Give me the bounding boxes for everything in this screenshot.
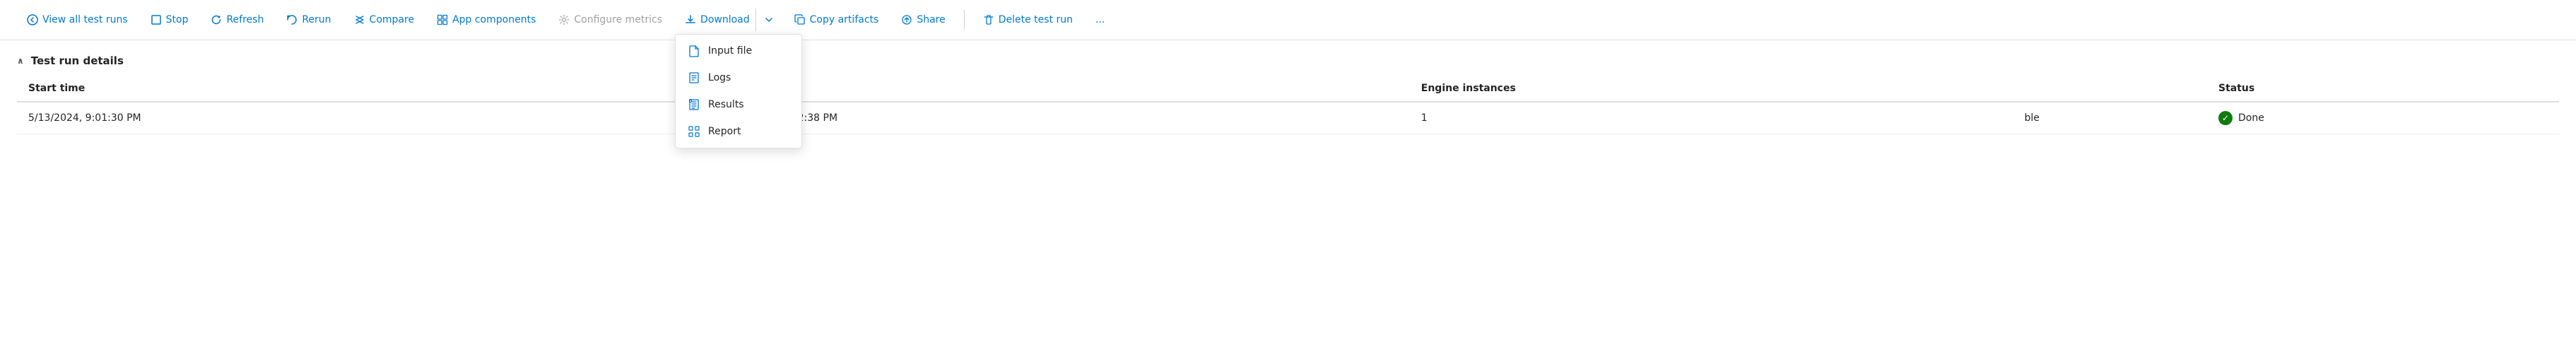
rerun-button[interactable]: Rerun [276,8,341,31]
more-label: ... [1095,14,1105,25]
col-header-end-time: End time [713,76,1409,102]
download-dropdown: Input file Logs [675,34,802,148]
cell-extra: ble [2013,102,2207,134]
rerun-label: Rerun [302,14,331,25]
status-badge: ✓ Done [2218,111,2548,125]
share-icon [901,14,912,25]
app-components-icon [437,14,448,25]
view-all-button[interactable]: View all test runs [17,8,138,31]
stop-icon [151,14,162,25]
copy-artifacts-button[interactable]: Copy artifacts [784,8,889,31]
results-label: Results [708,99,744,110]
configure-metrics-button[interactable]: Configure metrics [548,8,672,31]
section-title: Test run details [31,54,124,67]
toolbar: View all test runs Stop Refresh Rerun [0,0,2576,40]
col-header-status: Status [2207,76,2559,102]
compare-icon [354,14,365,25]
cell-status: ✓ Done [2207,102,2559,134]
download-group: Download Input file [675,8,782,31]
compare-button[interactable]: Compare [344,8,425,31]
refresh-icon [211,14,222,25]
col-header-empty [2013,76,2207,102]
rerun-icon [286,14,298,25]
back-icon [27,14,38,25]
delete-icon [983,14,994,25]
share-label: Share [917,14,945,25]
download-button[interactable]: Download [675,8,755,31]
stop-button[interactable]: Stop [141,8,199,31]
dropdown-item-input-file[interactable]: Input file [676,37,801,64]
report-label: Report [708,126,741,137]
cell-engine-instances: 1 [1410,102,2013,134]
configure-metrics-label: Configure metrics [574,14,662,25]
app-components-button[interactable]: App components [427,8,546,31]
input-file-label: Input file [708,45,752,57]
toolbar-divider [964,10,965,30]
more-button[interactable]: ... [1086,8,1114,31]
table-row: 5/13/2024, 9:01:30 PM 5/13/2024, 9:02:38… [17,102,2559,134]
done-icon: ✓ [2218,111,2233,125]
copy-icon [794,14,806,25]
col-header-start-time: Start time [17,76,713,102]
delete-test-run-button[interactable]: Delete test run [973,8,1083,31]
copy-artifacts-label: Copy artifacts [810,14,879,25]
view-all-label: View all test runs [42,14,128,25]
results-icon [687,98,701,111]
refresh-button[interactable]: Refresh [201,8,274,31]
report-icon [687,125,701,138]
file-icon [687,45,701,57]
download-label: Download [700,14,750,25]
status-text: Done [2238,112,2264,124]
col-header-engine-instances: Engine instances [1410,76,2013,102]
dropdown-item-logs[interactable]: Logs [676,64,801,91]
cell-end-time: 5/13/2024, 9:02:38 PM [713,102,1409,134]
stop-label: Stop [166,14,189,25]
delete-test-run-label: Delete test run [999,14,1073,25]
download-icon [685,14,696,25]
download-chevron-button[interactable] [755,8,782,31]
compare-label: Compare [370,14,415,25]
main-content: ∧ Test run details Start time End time E… [0,40,2576,134]
chevron-down-icon [763,14,775,25]
configure-metrics-icon [558,14,570,25]
test-run-table: Start time End time Engine instances Sta… [17,76,2559,134]
share-button[interactable]: Share [891,8,955,31]
dropdown-item-report[interactable]: Report [676,118,801,145]
logs-label: Logs [708,72,731,83]
logs-icon [687,71,701,84]
cell-start-time: 5/13/2024, 9:01:30 PM [17,102,713,134]
collapse-icon[interactable]: ∧ [17,56,24,66]
section-header: ∧ Test run details [17,40,2559,76]
app-components-label: App components [452,14,536,25]
refresh-label: Refresh [226,14,264,25]
dropdown-item-results[interactable]: Results [676,91,801,118]
